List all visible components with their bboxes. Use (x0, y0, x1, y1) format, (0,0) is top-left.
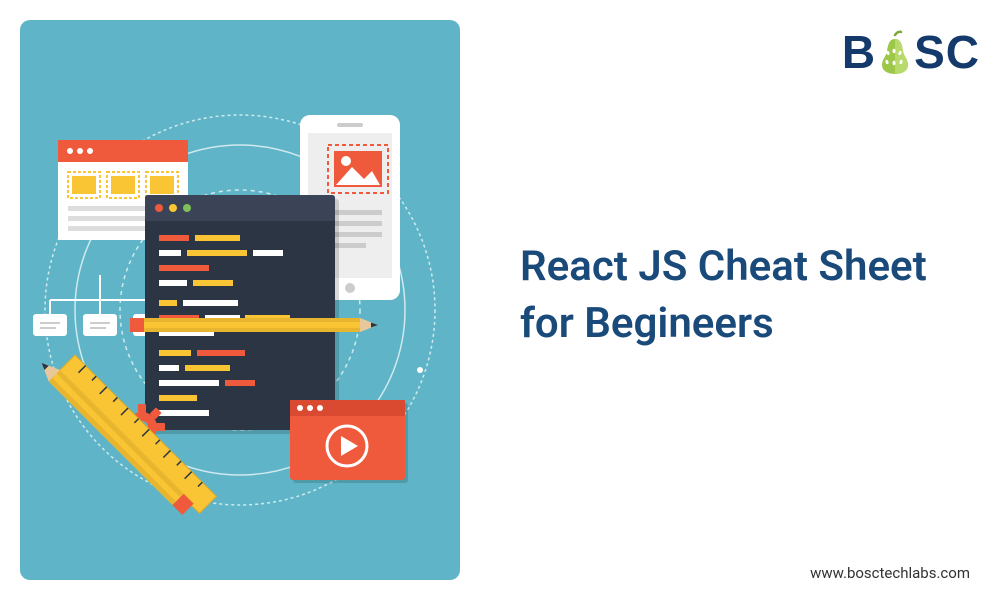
url-footer: www.bosctechlabs.com (810, 564, 970, 582)
pear-icon (878, 29, 912, 75)
logo: B SC (520, 25, 980, 79)
illustration-panel (0, 0, 480, 600)
title-block: React JS Cheat Sheet for Begineers (520, 239, 980, 352)
content-panel: B SC React J (480, 0, 1000, 600)
coding-illustration (20, 20, 460, 580)
illustration-background (20, 20, 460, 580)
page-title: React JS Cheat Sheet for Begineers (520, 239, 950, 352)
logo-letter-b: B (842, 25, 876, 79)
logo-letters-sc: SC (914, 25, 980, 79)
page-container: B SC React J (0, 0, 1000, 600)
